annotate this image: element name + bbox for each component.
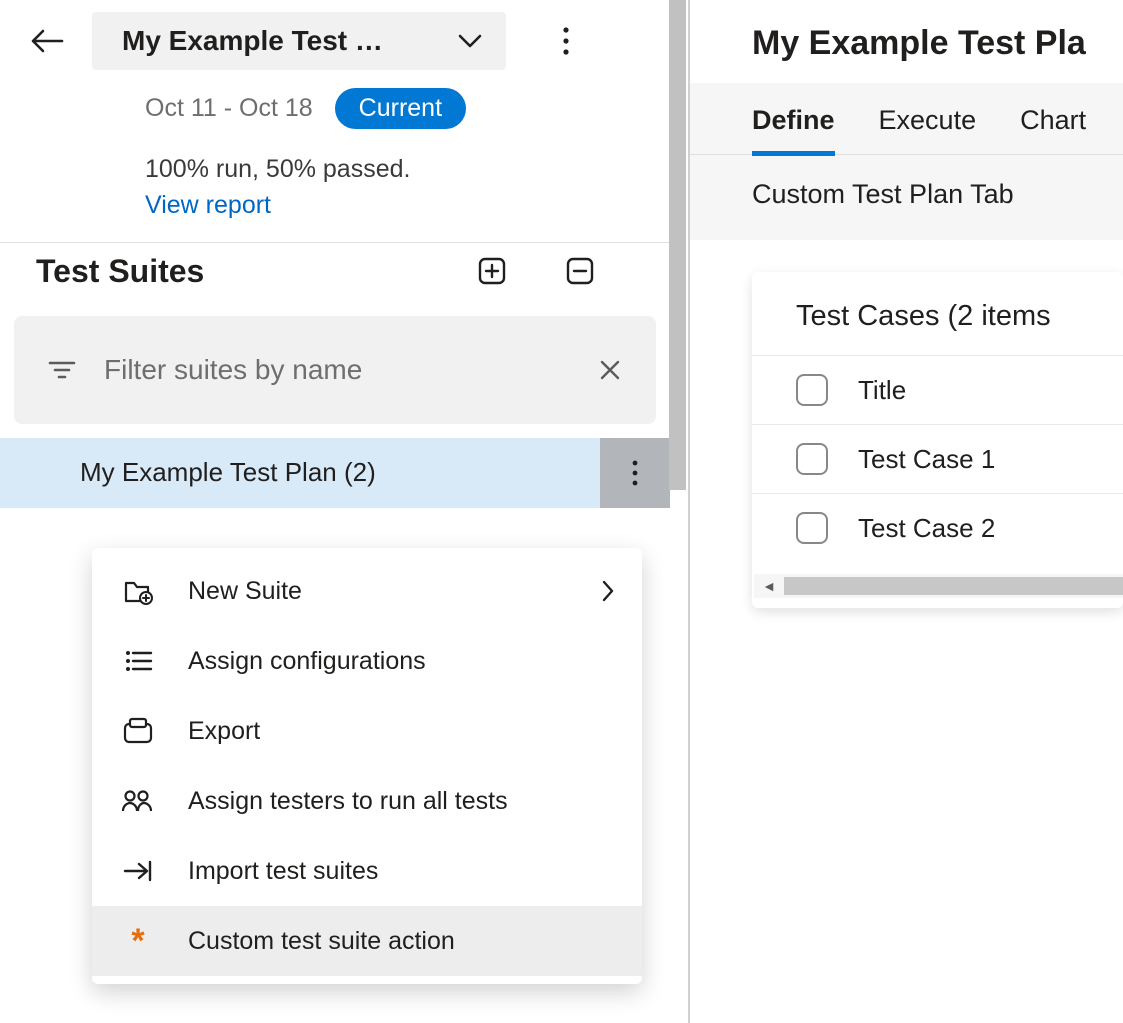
menu-item-star[interactable]: * Custom test suite action [92,906,642,976]
export-icon [120,713,156,749]
run-stats: 100% run, 50% passed. View report [0,151,440,224]
left-panel: My Example Test … Oct 11 - Oct 18 Curren… [0,0,690,1023]
clear-filter-button[interactable] [598,358,622,382]
expand-all-button[interactable] [476,255,508,287]
chevron-right-icon [602,580,614,602]
back-button[interactable] [24,18,70,64]
star-icon: * [120,923,156,959]
scroll-left-arrow[interactable]: ◄ [754,578,784,594]
scroll-thumb[interactable] [784,577,1123,595]
menu-item-label: Custom test suite action [188,927,614,956]
menu-item-label: Assign configurations [188,647,614,676]
test-plan-dropdown[interactable]: My Example Test … [92,12,506,70]
suite-context-menu: New Suite Assign configurations Export Assi… [92,548,642,984]
test-cases-title: Test Cases (2 items [752,300,1123,355]
suite-row-more-button[interactable] [600,438,670,508]
plus-square-icon [478,257,506,285]
horizontal-scrollbar[interactable]: ◄ [754,574,1123,598]
header-more-button[interactable] [546,21,586,61]
new-suite-icon [120,573,156,609]
close-icon [598,358,622,382]
config-icon [120,643,156,679]
view-report-link[interactable]: View report [145,191,271,219]
row-checkbox[interactable] [796,443,828,475]
testers-icon [120,783,156,819]
more-vertical-icon [563,27,569,55]
menu-item-config[interactable]: Assign configurations [92,626,642,696]
menu-item-label: Import test suites [188,857,614,886]
menu-item-label: Assign testers to run all tests [188,787,614,816]
tab-execute[interactable]: Execute [879,105,977,154]
tab-define[interactable]: Define [752,105,835,154]
stats-text: 100% run, 50% passed. [145,155,410,183]
collapse-all-button[interactable] [564,255,596,287]
more-vertical-icon [632,460,638,486]
row-title: Test Case 2 [858,513,995,544]
menu-item-label: Export [188,717,614,746]
table-row[interactable]: Test Case 2 [752,493,1123,562]
filter-box [14,316,656,424]
minus-square-icon [566,257,594,285]
menu-item-new-suite[interactable]: New Suite [92,556,642,626]
table-row[interactable]: Test Case 1 [752,424,1123,493]
suite-row-label: My Example Test Plan (2) [80,457,376,488]
menu-item-export[interactable]: Export [92,696,642,766]
custom-tab-body: Custom Test Plan Tab [690,155,1123,240]
current-badge: Current [335,88,466,129]
tab-chart[interactable]: Chart [1020,105,1086,154]
test-suites-title: Test Suites [36,253,204,290]
vertical-scrollbar[interactable] [669,0,686,490]
page-title: My Example Test Pla [690,24,1123,63]
row-checkbox[interactable] [796,512,828,544]
filter-input[interactable] [102,353,572,387]
suite-row-selected[interactable]: My Example Test Plan (2) [0,438,670,508]
date-range: Oct 11 - Oct 18 [145,94,313,123]
menu-item-import[interactable]: Import test suites [92,836,642,906]
table-header-row: Title [752,355,1123,424]
select-all-checkbox[interactable] [796,374,828,406]
test-plan-dropdown-label: My Example Test … [122,25,383,57]
chevron-down-icon [458,34,482,48]
test-cases-panel: Test Cases (2 items Title Test Case 1 Test… [752,272,1123,608]
main-panel: My Example Test Pla Define Execute Chart C… [690,0,1123,1023]
column-header-title[interactable]: Title [858,375,906,406]
menu-item-label: New Suite [188,577,570,606]
filter-icon [48,360,76,380]
menu-item-testers[interactable]: Assign testers to run all tests [92,766,642,836]
arrow-left-icon [30,29,64,53]
import-icon [120,853,156,889]
row-title: Test Case 1 [858,444,995,475]
tab-strip: Define Execute Chart [690,83,1123,155]
